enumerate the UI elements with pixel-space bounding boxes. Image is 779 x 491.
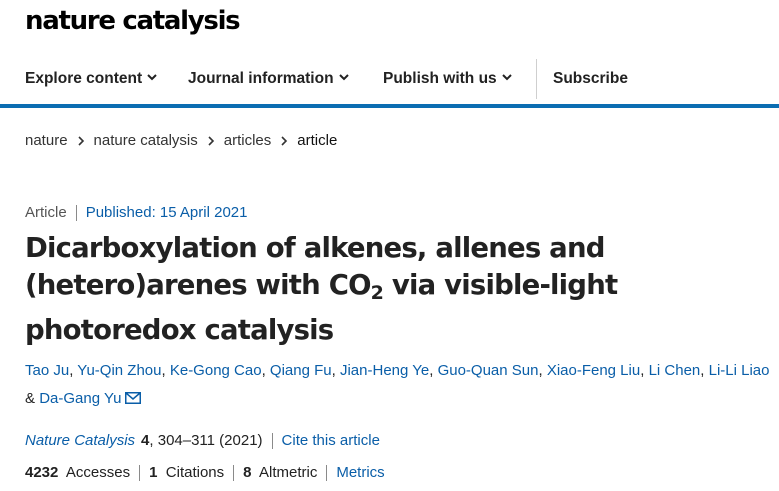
chevron-down-icon (147, 74, 157, 81)
chevron-right-icon (77, 136, 84, 146)
metrics-divider (326, 465, 328, 482)
chevron-down-icon (501, 74, 512, 81)
main-nav: Explore content Journal information Publ… (0, 59, 779, 99)
nav-journal-information-label: Journal information (188, 70, 334, 87)
chevron-down-icon (338, 74, 349, 81)
journal-logo[interactable]: nature catalysis (25, 4, 241, 38)
header-accent-rule (0, 104, 779, 108)
breadcrumb-nature[interactable]: nature (25, 130, 68, 152)
citation-divider (271, 433, 273, 450)
author-link[interactable]: Yu-Qin Zhou (77, 362, 161, 379)
author-joiner: & (25, 390, 36, 407)
author-list: Tao Ju, Yu-Qin Zhou, Ke-Gong Cao, Qiang … (25, 362, 770, 407)
altmetric-count: 8 (243, 464, 252, 481)
accesses-label: Accesses (65, 464, 131, 481)
cite-this-article-link[interactable]: Cite this article (282, 432, 380, 449)
nav-publish-with-us-label: Publish with us (383, 70, 497, 87)
corresponding-author-link[interactable]: Da-Gang Yu (39, 390, 121, 407)
breadcrumb: nature nature catalysis articles article (25, 130, 337, 152)
breadcrumb-current: article (297, 132, 338, 150)
nav-journal-information[interactable]: Journal information (188, 59, 350, 99)
article-metrics: 4232 Accesses 1 Citations 8 Altmetric Metri… (25, 462, 385, 484)
breadcrumb-articles[interactable]: articles (224, 130, 272, 152)
title-subscript: 2 (370, 282, 384, 304)
author-link[interactable]: Jian-Heng Ye (340, 362, 429, 379)
article-type: Article (25, 204, 67, 221)
meta-divider (75, 205, 77, 222)
author-link[interactable]: Li-Li Liao (709, 362, 770, 379)
metrics-divider (233, 465, 235, 482)
nav-divider (536, 59, 537, 99)
metrics-divider (139, 465, 141, 482)
nav-explore-content-label: Explore content (25, 70, 143, 87)
author-link[interactable]: Li Chen (649, 362, 701, 379)
metrics-link[interactable]: Metrics (336, 464, 384, 481)
article-meta: Article Published: 15 April 2021 (25, 202, 247, 224)
chevron-right-icon (281, 136, 288, 146)
site-header: nature catalysis (0, 0, 779, 46)
article-title: Dicarboxylation of alkenes, allenes and … (25, 230, 775, 349)
citations-label: Citations (165, 464, 225, 481)
chevron-right-icon (208, 136, 214, 146)
nav-publish-with-us[interactable]: Publish with us (383, 59, 513, 99)
nav-explore-content[interactable]: Explore content (25, 59, 158, 99)
pages-year: , 304–311 (2021) (149, 432, 263, 449)
citations-count: 1 (149, 464, 158, 481)
author-link[interactable]: Ke-Gong Cao (170, 362, 262, 379)
accesses-count: 4232 (25, 464, 59, 481)
author-link[interactable]: Xiao-Feng Liu (547, 362, 640, 379)
author-link[interactable]: Qiang Fu (270, 362, 332, 379)
subscribe-link[interactable]: Subscribe (553, 59, 628, 99)
author-link[interactable]: Guo-Quan Sun (438, 362, 539, 379)
journal-name-link[interactable]: Nature Catalysis (25, 432, 135, 449)
citation-line: Nature Catalysis 4, 304–311 (2021) Cite th… (25, 430, 380, 452)
published-date: Published: 15 April 2021 (85, 204, 248, 221)
altmetric-label: Altmetric (259, 464, 318, 481)
breadcrumb-nature-catalysis[interactable]: nature catalysis (94, 130, 198, 152)
author-link[interactable]: Tao Ju (25, 362, 69, 379)
envelope-icon[interactable] (125, 392, 142, 404)
